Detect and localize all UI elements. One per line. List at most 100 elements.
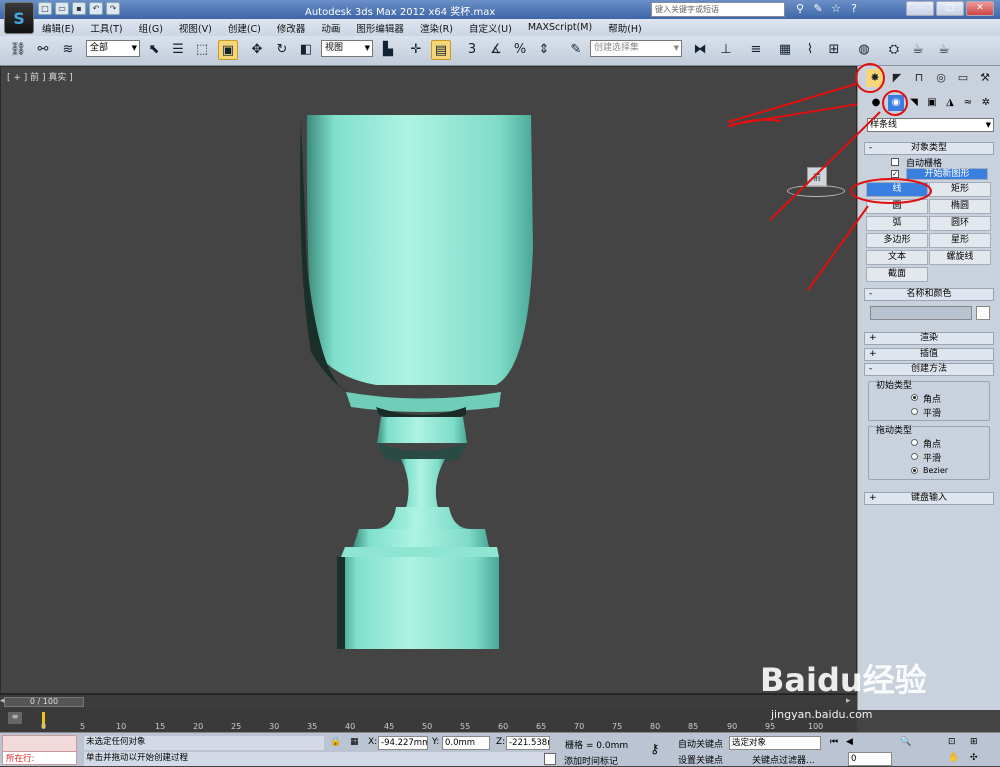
initial-corner-radio[interactable]	[911, 394, 918, 401]
rendering-rollout[interactable]: + 渲染	[864, 332, 994, 345]
keyboard-entry-rollout[interactable]: + 键盘输入	[864, 492, 994, 505]
set-key-button[interactable]: 设置关键点	[678, 753, 723, 766]
lights-icon[interactable]: ◥	[906, 95, 922, 111]
object-name-field[interactable]	[870, 306, 972, 320]
hierarchy-tab-icon[interactable]: ⊓	[910, 69, 928, 87]
auto-key-button[interactable]: 自动关键点	[678, 737, 723, 750]
name-color-rollout[interactable]: - 名称和颜色	[864, 288, 994, 301]
motion-tab-icon[interactable]: ◎	[932, 69, 950, 87]
prev-key-icon[interactable]: ◀	[846, 737, 853, 747]
pan-icon[interactable]: ✋	[948, 753, 959, 763]
snap-toggle-icon[interactable]: 3	[462, 40, 482, 60]
star-button[interactable]: 星形	[929, 233, 991, 248]
menu-rendering[interactable]: 渲染(R)	[420, 21, 453, 35]
lock-selection-icon[interactable]: 🔒	[330, 737, 341, 747]
rendered-frame-icon[interactable]: ☕	[908, 40, 928, 60]
systems-icon[interactable]: ✲	[978, 95, 994, 111]
text-button[interactable]: 文本	[866, 250, 928, 265]
goto-start-icon[interactable]: ⏮	[830, 737, 838, 747]
menu-tools[interactable]: 工具(T)	[90, 21, 122, 35]
save-icon[interactable]: ▪	[72, 2, 86, 15]
transform-type-in-icon[interactable]: ▦	[350, 737, 359, 747]
trophy-model[interactable]	[1, 67, 858, 695]
new-file-icon[interactable]: □	[38, 2, 52, 15]
angle-snap-icon[interactable]: ∡	[486, 40, 506, 60]
cameras-icon[interactable]: ▣	[924, 95, 940, 111]
track-bar[interactable]: ≡ 0 5 10 15 20 25 30 35 40 45 50 55 60 6…	[0, 708, 857, 732]
wrench-icon[interactable]: ✎	[811, 2, 825, 16]
helix-button[interactable]: 螺旋线	[929, 250, 991, 265]
maxscript-listener-mini[interactable]	[2, 735, 77, 752]
utilities-tab-icon[interactable]: ⚒	[976, 69, 994, 87]
add-time-tag[interactable]: 添加时间标记	[564, 754, 618, 767]
modify-tab-icon[interactable]: ◤	[888, 69, 906, 87]
helpers-icon[interactable]: ◮	[942, 95, 958, 111]
prev-frame-icon[interactable]: ◂	[0, 696, 5, 706]
app-logo-button[interactable]: S	[4, 2, 34, 34]
binoculars-icon[interactable]: ⚲	[793, 2, 807, 16]
select-by-name-icon[interactable]: ☰	[168, 40, 188, 60]
ngon-button[interactable]: 多边形	[866, 233, 928, 248]
render-setup-icon[interactable]: ⛭	[884, 40, 904, 60]
shape-category-dropdown[interactable]: 样条线	[867, 118, 994, 132]
keyboard-shortcut-icon[interactable]: ▤	[431, 40, 451, 60]
y-coordinate-field[interactable]: 0.0mm	[442, 736, 490, 750]
rotate-icon[interactable]: ↻	[272, 40, 292, 60]
favorites-icon[interactable]: ☆	[829, 2, 843, 16]
viewcube[interactable]: 前	[807, 167, 827, 187]
creation-method-rollout[interactable]: - 创建方法	[864, 363, 994, 376]
autogrid-checkbox[interactable]	[891, 158, 899, 166]
key-mode-dropdown[interactable]: 选定对象	[729, 736, 821, 750]
mini-curve-editor-icon[interactable]: ≡	[8, 712, 22, 724]
menu-graph-editors[interactable]: 图形编辑器	[356, 21, 404, 35]
menu-maxscript[interactable]: MAXScript(M)	[528, 22, 592, 33]
start-new-shape-button[interactable]: 开始新图形	[906, 168, 988, 180]
layer-manager-icon[interactable]: ≡	[746, 40, 766, 60]
initial-smooth-radio[interactable]	[911, 408, 918, 415]
zoom-all-icon[interactable]: ⊞	[970, 737, 978, 747]
spacewarps-icon[interactable]: ≈	[960, 95, 976, 111]
current-frame-field[interactable]: 0	[848, 752, 892, 766]
line-button[interactable]: 线	[866, 182, 928, 197]
viewcube-ring[interactable]	[787, 185, 845, 197]
x-coordinate-field[interactable]: -94.227mm	[378, 736, 428, 750]
shapes-icon[interactable]: ◉	[888, 95, 904, 111]
minimize-button[interactable]: –	[906, 1, 934, 16]
front-viewport[interactable]: [ + ] 前 ] 真实 ] 前	[0, 66, 858, 742]
select-link-icon[interactable]: ⛓	[8, 40, 28, 60]
orbit-icon[interactable]: ✣	[970, 753, 978, 763]
align-icon[interactable]: ⊥	[716, 40, 736, 60]
undo-icon[interactable]: ↶	[89, 2, 103, 15]
select-object-icon[interactable]: ⬉	[144, 40, 164, 60]
menu-modifiers[interactable]: 修改器	[277, 21, 306, 35]
interpolation-rollout[interactable]: + 插值	[864, 348, 994, 361]
time-slider-thumb[interactable]: 0 / 100	[4, 697, 84, 707]
menu-animation[interactable]: 动画	[321, 21, 340, 35]
schematic-view-icon[interactable]: ⊞	[824, 40, 844, 60]
select-manipulate-icon[interactable]: ✛	[406, 40, 426, 60]
object-color-swatch[interactable]	[976, 306, 990, 320]
menu-group[interactable]: 组(G)	[139, 21, 163, 35]
circle-button[interactable]: 圆	[866, 199, 928, 214]
display-tab-icon[interactable]: ▭	[954, 69, 972, 87]
start-new-shape-checkbox[interactable]: ✓	[891, 170, 899, 178]
help-icon[interactable]: ?	[847, 2, 861, 16]
selection-filter-dropdown[interactable]: 全部	[86, 40, 140, 57]
drag-corner-radio[interactable]	[911, 439, 918, 446]
object-type-rollout[interactable]: - 对象类型	[864, 142, 994, 155]
drag-bezier-radio[interactable]	[911, 467, 918, 474]
material-editor-icon[interactable]: ◍	[854, 40, 874, 60]
menu-create[interactable]: 创建(C)	[228, 21, 261, 35]
menu-customize[interactable]: 自定义(U)	[469, 21, 512, 35]
menu-help[interactable]: 帮助(H)	[608, 21, 642, 35]
arc-button[interactable]: 弧	[866, 216, 928, 231]
pivot-center-icon[interactable]: ▙	[378, 40, 398, 60]
unlink-icon[interactable]: ⚯	[33, 40, 53, 60]
key-icon[interactable]: ⚷	[650, 742, 660, 757]
render-production-icon[interactable]: ☕	[934, 40, 954, 60]
rectangle-button[interactable]: 矩形	[929, 182, 991, 197]
curve-editor-icon[interactable]: ⌇	[800, 40, 820, 60]
mirror-icon[interactable]: ⧓	[690, 40, 710, 60]
edit-named-selection-icon[interactable]: ✎	[566, 40, 586, 60]
z-coordinate-field[interactable]: -221.538m	[506, 736, 550, 750]
